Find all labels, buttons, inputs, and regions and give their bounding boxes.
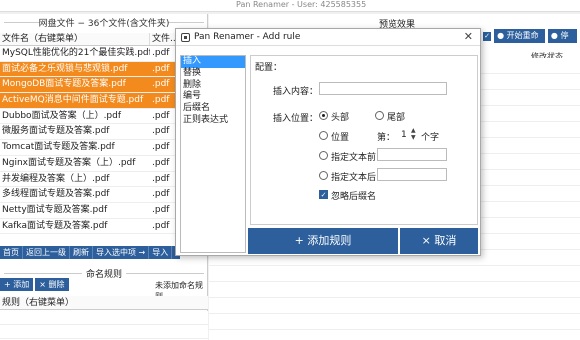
file-name-cell: Tomcat面试专题及答案.pdf bbox=[2, 142, 115, 153]
dialog-titlebar[interactable]: Pan Renamer - Add rule ✕ bbox=[176, 29, 480, 46]
rules-toolbar: + 添加 × 删除 bbox=[0, 278, 71, 291]
file-row[interactable]: ActiveMQ消息中间件面试专题.pdf .pdf bbox=[0, 93, 180, 109]
file-row[interactable]: 多线程面试专题及答案.pdf .pdf bbox=[0, 187, 180, 203]
after-text-input[interactable] bbox=[377, 168, 447, 181]
config-group: 配置： 插入内容： 插入位置： 头部 尾部 位置 第： 1 ▲ ▼ 个字 指定文… bbox=[250, 55, 478, 225]
rule-type-delete[interactable]: 删除 bbox=[181, 80, 245, 92]
file-row[interactable]: Netty面试专题及答案.pdf .pdf bbox=[0, 203, 180, 219]
radio-position[interactable] bbox=[319, 131, 328, 140]
radio-before-text[interactable] bbox=[319, 151, 328, 160]
file-name-cell: Dubbo面试及答案（上）.pdf bbox=[2, 110, 122, 121]
refresh-button[interactable]: 刷新 bbox=[70, 246, 93, 259]
add-rule-button[interactable]: + 添加 bbox=[0, 278, 34, 291]
app-icon bbox=[181, 33, 190, 42]
file-name-cell: MySQL性能优化的21个最佳实践.pdf bbox=[2, 48, 150, 58]
rename-toolbar: ✓ ● 开始重命名 ● 停止 bbox=[483, 29, 580, 54]
rule-type-extension[interactable]: 后缀名 bbox=[181, 103, 245, 115]
close-icon[interactable]: ✕ bbox=[464, 30, 473, 43]
file-name-cell: 并发编程及答案（上）.pdf bbox=[2, 173, 110, 184]
stop-button[interactable]: ● 停止 bbox=[547, 29, 577, 54]
radio-tail[interactable] bbox=[375, 111, 384, 120]
radio-after-text-label: 指定文本后 bbox=[331, 173, 377, 183]
file-row[interactable]: 面试必备之乐观锁与悲观锁.pdf .pdf bbox=[0, 61, 180, 78]
file-name-cell: ActiveMQ消息中间件面试专题.pdf bbox=[2, 95, 144, 106]
column-header-name[interactable]: 文件名（右键菜单） bbox=[0, 33, 150, 45]
ignore-extension-label: 忽略后缀名 bbox=[331, 192, 377, 202]
add-rule-dialog: Pan Renamer - Add rule ✕ 插入 替换 删除 编号 后缀名… bbox=[175, 28, 481, 256]
rules-column-header[interactable]: 规则（右键菜单） bbox=[0, 296, 208, 310]
delete-rule-button[interactable]: × 删除 bbox=[35, 278, 69, 291]
file-name-cell: 微服务面试专题及答案.pdf bbox=[2, 126, 110, 137]
file-nav-toolbar: 首页 返回上一级 刷新 导入选中项 → 导入 bbox=[0, 246, 180, 259]
cancel-button[interactable]: × 取消 bbox=[400, 228, 478, 254]
file-name-cell: Kafka面试专题及答案.pdf bbox=[2, 220, 108, 231]
before-text-input[interactable] bbox=[377, 148, 447, 161]
rule-type-insert[interactable]: 插入 bbox=[181, 56, 245, 68]
file-row[interactable]: 微服务面试专题及答案.pdf .pdf bbox=[0, 124, 180, 141]
back-button[interactable]: 返回上一级 bbox=[23, 246, 70, 259]
spin-down-icon[interactable]: ▼ bbox=[411, 135, 416, 141]
file-row[interactable]: Dubbo面试及答案（上）.pdf .pdf bbox=[0, 109, 180, 125]
ignore-extension-checkbox[interactable]: ✓ bbox=[319, 190, 328, 199]
radio-head-label: 头部 bbox=[331, 113, 350, 123]
file-name-cell: Nginx面试专题及答案（上）.pdf bbox=[2, 157, 136, 168]
import-selected-button[interactable]: 导入选中项 → bbox=[93, 246, 150, 259]
dialog-title: Pan Renamer - Add rule bbox=[194, 32, 301, 42]
spin-up-icon[interactable]: ▲ bbox=[411, 128, 416, 134]
window-titlebar: Pan Renamer - User: 425585355 bbox=[0, 0, 580, 12]
insert-position-label: 插入位置： bbox=[273, 114, 319, 124]
radio-head[interactable] bbox=[319, 111, 328, 120]
home-button[interactable]: 首页 bbox=[0, 246, 23, 259]
rules-list[interactable] bbox=[0, 311, 208, 340]
file-name-cell: MongoDB面试专题及答案.pdf bbox=[2, 79, 126, 90]
nth-unit: 个字 bbox=[421, 133, 440, 143]
config-label: 配置： bbox=[255, 63, 283, 73]
file-row[interactable]: Nginx面试专题及答案（上）.pdf .pdf bbox=[0, 156, 180, 172]
radio-after-text[interactable] bbox=[319, 171, 328, 180]
radio-position-label: 位置 bbox=[331, 133, 350, 143]
file-name-cell: 多线程面试专题及答案.pdf bbox=[2, 189, 110, 200]
file-table: 文件名（右键菜单） 文件... MySQL性能优化的21个最佳实践.pdf .pd… bbox=[0, 33, 180, 235]
window-title: Pan Renamer - User: 425585355 bbox=[236, 0, 367, 9]
file-table-header: 文件名（右键菜单） 文件... bbox=[0, 33, 180, 46]
import-button[interactable]: 导入 bbox=[149, 246, 173, 259]
file-row[interactable]: MySQL性能优化的21个最佳实践.pdf .pdf bbox=[0, 46, 180, 62]
rule-type-number[interactable]: 编号 bbox=[181, 91, 245, 103]
nth-value[interactable]: 1 bbox=[401, 130, 407, 140]
insert-content-label: 插入内容： bbox=[273, 87, 319, 97]
rule-type-regex[interactable]: 正则表达式 bbox=[181, 115, 245, 127]
file-name-cell: 面试必备之乐观锁与悲观锁.pdf bbox=[2, 63, 128, 74]
nth-label: 第： bbox=[377, 133, 396, 143]
checkmark-icon[interactable]: ✓ bbox=[483, 31, 492, 41]
file-row[interactable]: Kafka面试专题及答案.pdf .pdf bbox=[0, 219, 180, 235]
add-rule-confirm-button[interactable]: + 添加规则 bbox=[248, 228, 398, 254]
start-rename-button[interactable]: ● 开始重命名 bbox=[494, 29, 545, 54]
insert-content-input[interactable] bbox=[319, 82, 447, 95]
radio-before-text-label: 指定文本前 bbox=[331, 153, 377, 163]
file-row[interactable]: Tomcat面试专题及答案.pdf .pdf bbox=[0, 140, 180, 156]
file-name-cell: Netty面试专题及答案.pdf bbox=[2, 204, 108, 215]
file-row[interactable]: 并发编程及答案（上）.pdf .pdf bbox=[0, 172, 180, 188]
rule-type-list: 插入 替换 删除 编号 后缀名 正则表达式 bbox=[180, 55, 246, 253]
rule-type-replace[interactable]: 替换 bbox=[181, 68, 245, 80]
file-row[interactable]: MongoDB面试专题及答案.pdf .pdf bbox=[0, 77, 180, 94]
radio-tail-label: 尾部 bbox=[387, 113, 406, 123]
